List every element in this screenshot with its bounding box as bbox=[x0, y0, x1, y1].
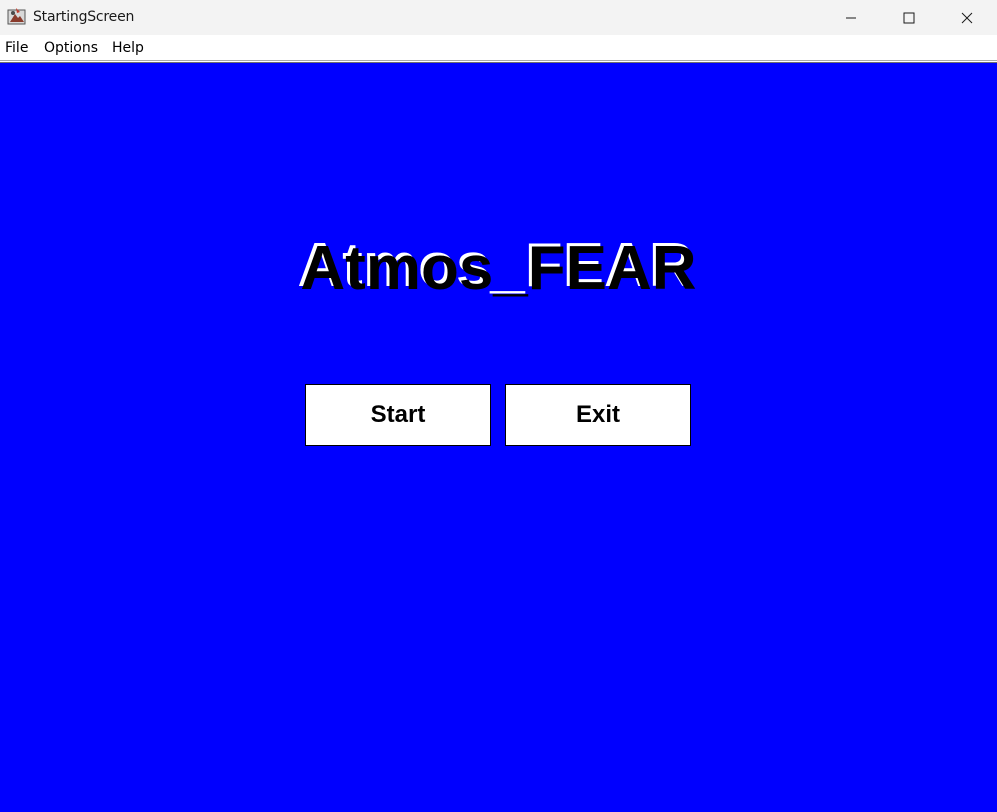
exit-button[interactable]: Exit bbox=[505, 384, 691, 446]
close-button[interactable] bbox=[938, 0, 996, 35]
menu-help[interactable]: Help bbox=[112, 40, 144, 56]
start-button[interactable]: Start bbox=[305, 384, 491, 446]
application-window: StartingScreen File Options Help Atmos_F… bbox=[0, 0, 997, 812]
game-title: Atmos_FEAR bbox=[300, 234, 697, 303]
minimize-icon bbox=[846, 17, 856, 18]
java-app-icon[interactable] bbox=[7, 7, 26, 26]
maximize-icon bbox=[903, 12, 915, 23]
menu-file[interactable]: File bbox=[5, 40, 28, 56]
window-title: StartingScreen bbox=[33, 9, 135, 25]
menu-bar: File Options Help bbox=[0, 35, 997, 60]
starting-screen-panel: Atmos_FEAR Start Exit bbox=[0, 63, 997, 812]
menu-options[interactable]: Options bbox=[44, 40, 98, 56]
close-icon bbox=[961, 12, 973, 23]
title-bar[interactable]: StartingScreen bbox=[0, 0, 997, 35]
minimize-button[interactable] bbox=[822, 0, 880, 35]
maximize-button[interactable] bbox=[880, 0, 938, 35]
